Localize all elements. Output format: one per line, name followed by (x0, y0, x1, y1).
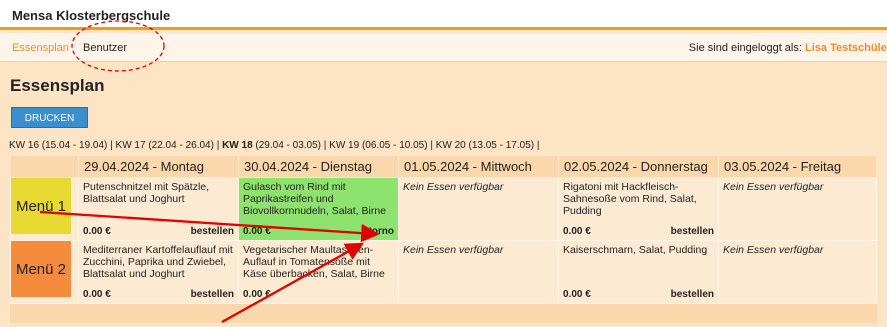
dish-text: Kein Essen verfügbar (403, 181, 504, 193)
menu-row: Menü 1 Putenschnitzel mit Spätzle, Blatt… (10, 177, 877, 241)
meal-cell: Kein Essen verfügbar (718, 240, 877, 304)
dish-text: Gulasch vom Rind mit Paprikastreifen und… (243, 181, 387, 217)
week-selector: KW 16 (15.04 - 19.04) | KW 17 (22.04 - 2… (9, 140, 539, 151)
print-button[interactable]: DRUCKEN (11, 107, 88, 128)
day-header: 03.05.2024 - Freitag (718, 155, 877, 178)
cancel-order-button[interactable]: storno (363, 226, 394, 237)
day-header: 30.04.2024 - Dienstag (238, 155, 399, 178)
login-prefix: Sie sind eingeloggt als: (688, 42, 802, 54)
dish-text: Kein Essen verfügbar (723, 181, 824, 193)
meal-cell: Kaiserschmarn, Salat, Pudding 0.00 € beste… (558, 240, 719, 304)
week-links-before[interactable]: KW 16 (15.04 - 19.04) | KW 17 (22.04 - 2… (9, 140, 222, 151)
nav-essensplan-link[interactable]: Essensplan (12, 42, 69, 54)
menu-row: Menü 2 Mediterraner Kartoffelauflauf mit… (10, 240, 877, 304)
dish-text: Kein Essen verfügbar (403, 244, 504, 256)
nav-benutzer-link[interactable]: Benutzer (83, 42, 127, 54)
meal-cell: Kein Essen verfügbar (398, 177, 559, 241)
order-button[interactable]: bestellen (191, 289, 234, 300)
price: 0.00 € (563, 226, 591, 237)
day-header: 29.04.2024 - Montag (78, 155, 239, 178)
meal-cell-selected: Gulasch vom Rind mit Paprikastreifen und… (238, 177, 399, 241)
meal-cell: Rigatoni mit Hackfleisch-Sahnesoße vom R… (558, 177, 719, 241)
current-week[interactable]: KW 18 (222, 140, 253, 151)
logged-in-user-link[interactable]: Lisa Testschüler (805, 42, 887, 54)
order-button[interactable]: bestellen (671, 289, 714, 300)
nav-bar: Essensplan Benutzer Sie sind eingeloggt … (0, 33, 887, 62)
meal-cell: Putenschnitzel mit Spätzle, Blattsalat u… (78, 177, 239, 241)
table-footer-row (10, 303, 877, 323)
order-button[interactable]: bestellen (671, 226, 714, 237)
week-links-after[interactable]: (29.04 - 03.05) | KW 19 (06.05 - 10.05) … (253, 140, 539, 151)
menu-2-badge: Menü 2 (11, 241, 71, 297)
day-header: 01.05.2024 - Mittwoch (398, 155, 559, 178)
order-button[interactable]: bestellen (191, 226, 234, 237)
dish-text: Rigatoni mit Hackfleisch-Sahnesoße vom R… (563, 181, 697, 217)
meal-cell: Kein Essen verfügbar (718, 177, 877, 241)
price: 0.00 € (243, 226, 271, 237)
app-title: Mensa Klosterbergschule (12, 8, 171, 23)
dish-text: Vegetarischer Maultaschen-Auflauf in Tom… (243, 244, 385, 280)
title-bar: Mensa Klosterbergschule (0, 0, 887, 30)
login-info: Sie sind eingeloggt als: Lisa Testschüle… (689, 42, 887, 54)
page-title: Essensplan (10, 76, 105, 95)
corner-cell (10, 155, 79, 178)
meal-cell: Kein Essen verfügbar (398, 240, 559, 304)
price: 0.00 € (563, 289, 591, 300)
dish-text: Putenschnitzel mit Spätzle, Blattsalat u… (83, 181, 210, 205)
menu-1-badge: Menü 1 (11, 178, 71, 234)
meal-cell: Vegetarischer Maultaschen-Auflauf in Tom… (238, 240, 399, 304)
dish-text: Mediterraner Kartoffelauflauf mit Zucchi… (83, 244, 233, 280)
meal-plan-table: 29.04.2024 - Montag 30.04.2024 - Diensta… (10, 155, 877, 323)
price: 0.00 € (83, 289, 111, 300)
day-header: 02.05.2024 - Donnerstag (558, 155, 719, 178)
dish-text: Kein Essen verfügbar (723, 244, 824, 256)
price: 0.00 € (83, 226, 111, 237)
table-header-row: 29.04.2024 - Montag 30.04.2024 - Diensta… (10, 155, 877, 178)
price: 0.00 € (243, 289, 271, 300)
meal-cell: Mediterraner Kartoffelauflauf mit Zucchi… (78, 240, 239, 304)
menu-label-cell: Menü 1 (10, 177, 79, 241)
dish-text: Kaiserschmarn, Salat, Pudding (563, 244, 708, 256)
menu-label-cell: Menü 2 (10, 240, 79, 304)
